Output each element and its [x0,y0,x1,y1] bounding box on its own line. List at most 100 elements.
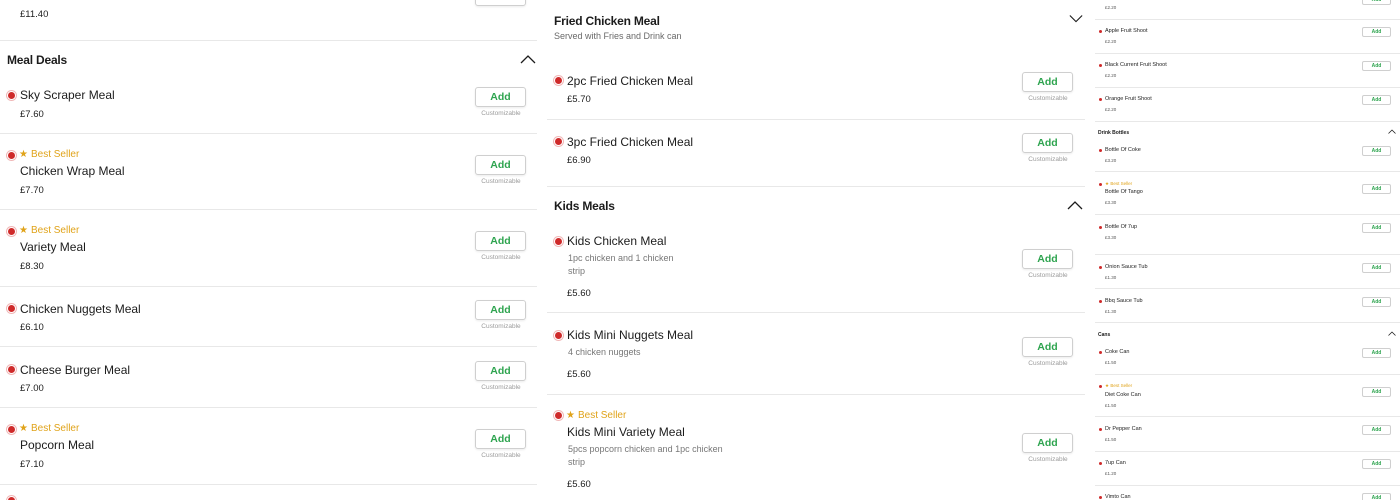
add-button[interactable]: Add [475,155,526,175]
item-name: Variety Meal [20,240,86,254]
non-veg-icon [555,138,562,145]
add-button[interactable]: Add [1022,433,1073,453]
add-button[interactable]: Add [1362,348,1391,358]
item-price: £3.20 [1105,158,1117,163]
item-price: £7.70 [20,185,44,196]
divider [0,133,537,134]
non-veg-icon [1099,226,1102,229]
divider [1095,288,1400,289]
item-name: Kids Chicken Meal [567,234,667,248]
divider [0,209,537,210]
item-name: Chicken Wrap Meal [20,164,125,178]
item-name: Kids Mini Nuggets Meal [567,328,694,342]
add-button[interactable]: Add [1022,72,1073,92]
item-name: Bbq Sauce Tub [1105,298,1143,304]
add-button[interactable]: Add [1362,146,1391,156]
customizable-label: Customizable [481,178,521,185]
add-button[interactable]: Add [1022,133,1073,153]
item-price: £1.30 [1105,309,1117,314]
divider [0,484,537,485]
divider [1095,374,1400,375]
non-veg-icon [1099,183,1102,186]
item-name: Popcorn Meal [20,438,95,452]
add-button[interactable]: Add [1362,297,1391,307]
add-button[interactable]: Add [1362,61,1391,71]
add-button[interactable]: Add [1362,223,1391,233]
menu-item: Cheese Burger Meal £7.00 Add Customizabl… [0,359,537,407]
customizable-label: Customizable [1028,272,1068,279]
non-veg-icon [1099,300,1102,303]
divider [1095,19,1400,20]
divider [1095,451,1400,452]
add-button[interactable]: Add [1362,263,1391,273]
chevron-up-icon[interactable] [1067,200,1083,210]
chevron-up-icon[interactable] [1388,331,1396,336]
add-button[interactable]: Add [1362,493,1391,500]
non-veg-icon [8,152,15,159]
add-button[interactable]: Add [1362,95,1391,105]
add-button[interactable]: Add [475,0,526,6]
non-veg-icon [555,77,562,84]
item-price: £2.20 [1105,107,1117,112]
non-veg-icon [8,92,15,99]
customizable-label: Customizable [1028,456,1068,463]
divider [1095,322,1400,323]
menu-column-middle: Fried Chicken Meal Served with Fries and… [547,0,1085,500]
add-button[interactable]: Add [1362,27,1391,37]
section-title-drink-bottles: Drink Bottles [1098,130,1130,136]
divider [547,119,1085,120]
item-price: £3.30 [1105,235,1117,240]
add-button[interactable]: Add [1362,0,1391,5]
star-icon: ★ [19,225,28,236]
divider [0,407,537,408]
star-icon: ★ [19,423,28,434]
divider [1095,87,1400,88]
add-button[interactable]: Add [475,300,526,320]
menu-item: Sky Scraper Meal £7.60 Add Customizable [0,84,537,134]
add-button[interactable]: Add [1362,459,1391,469]
chevron-up-icon[interactable] [1388,129,1396,134]
add-button[interactable]: Add [1362,184,1391,194]
non-veg-icon [1099,351,1102,354]
item-name: Vimto Can [1105,494,1131,500]
item-price: £5.60 [567,288,591,299]
non-veg-icon [1099,98,1102,101]
item-name: Black Current Fruit Shoot [1105,62,1167,68]
non-veg-icon [1099,496,1102,499]
add-button[interactable]: Add [475,87,526,107]
customizable-label: Customizable [1028,95,1068,102]
add-button[interactable]: Add [1362,387,1391,397]
non-veg-icon [1099,462,1102,465]
item-description-line: strip [568,266,586,276]
item-description-line: strip [568,457,586,467]
star-icon: ★ [566,410,575,421]
chevron-down-icon[interactable] [1069,14,1083,24]
item-name: Coke Can [1105,349,1130,355]
add-button[interactable]: Add [475,361,526,381]
item-price: £1.50 [1105,437,1117,442]
divider [1095,53,1400,54]
non-veg-icon [1099,64,1102,67]
divider [1095,416,1400,417]
menu-item: ★ Best Seller Kids Mini Variety Meal 5pcs… [547,407,1085,497]
item-description-line: 1pc chicken and 1 chicken [568,253,674,263]
item-price: £2.20 [1105,39,1117,44]
best-seller-badge: ★ Best Seller [1105,181,1133,186]
add-button[interactable]: Add [1022,249,1073,269]
item-description-line: 4 chicken nuggets [568,347,641,357]
item-name: 3pc Fried Chicken Meal [567,135,694,149]
item-price: £8.30 [20,261,44,272]
divider [0,346,537,347]
add-button[interactable]: Add [1022,337,1073,357]
best-seller-badge: ★ Best Seller [566,410,627,421]
non-veg-icon [1099,30,1102,33]
chevron-up-icon[interactable] [520,54,536,64]
add-button[interactable]: Add [475,429,526,449]
item-price: £5.60 [567,369,591,380]
section-title-cans: Cans [1098,332,1111,338]
best-seller-badge: ★ Best Seller [1105,383,1133,388]
add-button[interactable]: Add [1362,425,1391,435]
non-veg-icon [555,412,562,419]
add-button[interactable]: Add [475,231,526,251]
non-veg-icon [1099,149,1102,152]
